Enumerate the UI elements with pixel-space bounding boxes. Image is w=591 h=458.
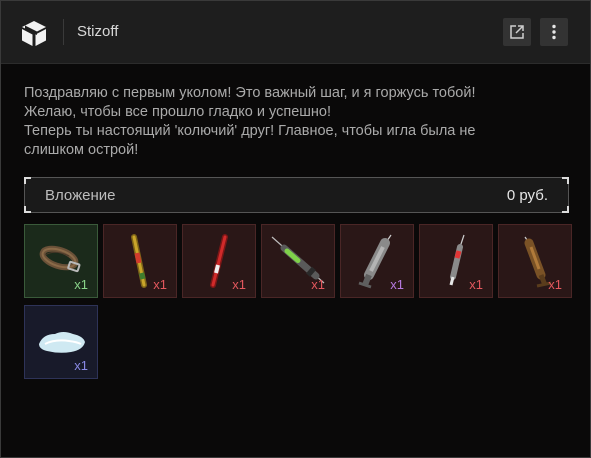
external-link-icon — [510, 25, 524, 39]
message-line: Поздравляю с первым уколом! Это важный ш… — [24, 85, 476, 101]
item-quantity: x1 — [232, 277, 246, 292]
package-box-icon — [22, 21, 46, 46]
item-slot[interactable]: x1 — [498, 224, 572, 298]
message-line: Желаю, чтобы все прошло гладко и успешно… — [24, 104, 331, 120]
attachment-label: Вложение — [45, 187, 116, 204]
item-quantity: x1 — [153, 277, 167, 292]
item-quantity: x1 — [548, 277, 562, 292]
more-options-button[interactable] — [540, 18, 568, 46]
item-slot[interactable]: x1 — [24, 305, 98, 379]
item-slot[interactable]: x1 — [24, 224, 98, 298]
item-slot[interactable]: x1 — [419, 224, 493, 298]
item-quantity: x1 — [74, 277, 88, 292]
message-line: слишком острой! — [24, 142, 139, 158]
item-quantity: x1 — [390, 277, 404, 292]
open-external-button[interactable] — [503, 18, 531, 46]
message-line: Теперь ты настоящий 'колючий' друг! Глав… — [24, 123, 476, 139]
mail-header: Stizoff — [1, 1, 590, 64]
item-slot[interactable]: x1 — [182, 224, 256, 298]
item-quantity: x1 — [469, 277, 483, 292]
item-quantity: x1 — [311, 277, 325, 292]
item-slot[interactable]: x1 — [103, 224, 177, 298]
header-divider — [63, 19, 64, 45]
item-quantity: x1 — [74, 358, 88, 373]
mail-window: Stizoff Поздравляю с первым уколом! Это … — [0, 0, 591, 458]
message-body: Поздравляю с первым уколом! Это важный ш… — [24, 84, 564, 160]
more-vertical-icon — [552, 24, 556, 40]
item-slot[interactable]: x1 — [340, 224, 414, 298]
item-slot[interactable]: x1 — [261, 224, 335, 298]
attachment-value: 0 руб. — [506, 187, 548, 204]
attachment-field: Вложение 0 руб. — [24, 177, 569, 213]
sender-name: Stizoff — [77, 23, 119, 40]
